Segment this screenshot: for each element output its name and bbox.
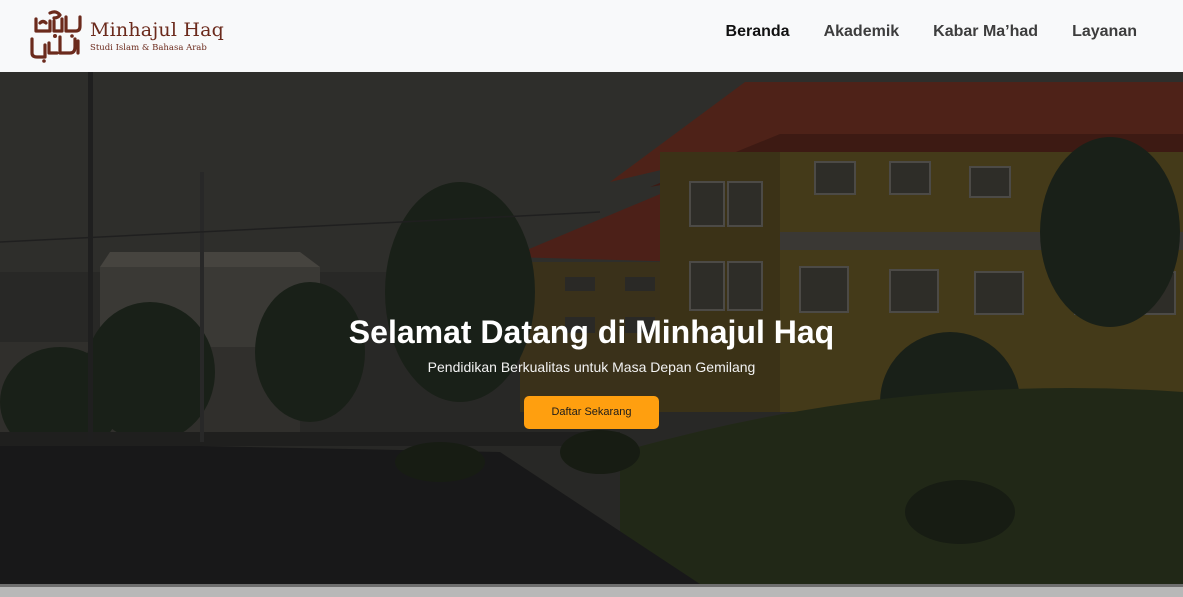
brand-tagline: Studi Islam & Bahasa Arab	[90, 42, 207, 53]
calligraphy-logo-icon	[30, 10, 82, 63]
hero-section: Selamat Datang di Minhajul Haq Pendidika…	[0, 72, 1183, 584]
hero-content: Selamat Datang di Minhajul Haq Pendidika…	[0, 310, 1183, 429]
nav-item-akademik[interactable]: Akademik	[824, 23, 900, 41]
nav-item-kabar-mahad[interactable]: Kabar Ma’had	[933, 23, 1038, 41]
register-now-button[interactable]: Daftar Sekarang	[524, 396, 659, 429]
hero-title: Selamat Datang di Minhajul Haq	[348, 314, 835, 350]
page-bottom-strip	[0, 584, 1183, 597]
nav-item-layanan[interactable]: Layanan	[1072, 23, 1137, 41]
brand-text: Minhajul Haq Studi Islam & Bahasa Arab	[90, 19, 224, 54]
nav-item-beranda[interactable]: Beranda	[726, 23, 790, 41]
main-nav: Beranda Akademik Kabar Ma’had Layanan	[692, 0, 1137, 64]
hero-subtitle: Pendidikan Berkualitas untuk Masa Depan …	[427, 359, 756, 375]
divider	[0, 584, 1183, 587]
brand-name: Minhajul Haq	[90, 18, 225, 41]
brand-link[interactable]: Minhajul Haq Studi Islam & Bahasa Arab	[28, 8, 224, 64]
navbar: Minhajul Haq Studi Islam & Bahasa Arab B…	[0, 0, 1183, 72]
